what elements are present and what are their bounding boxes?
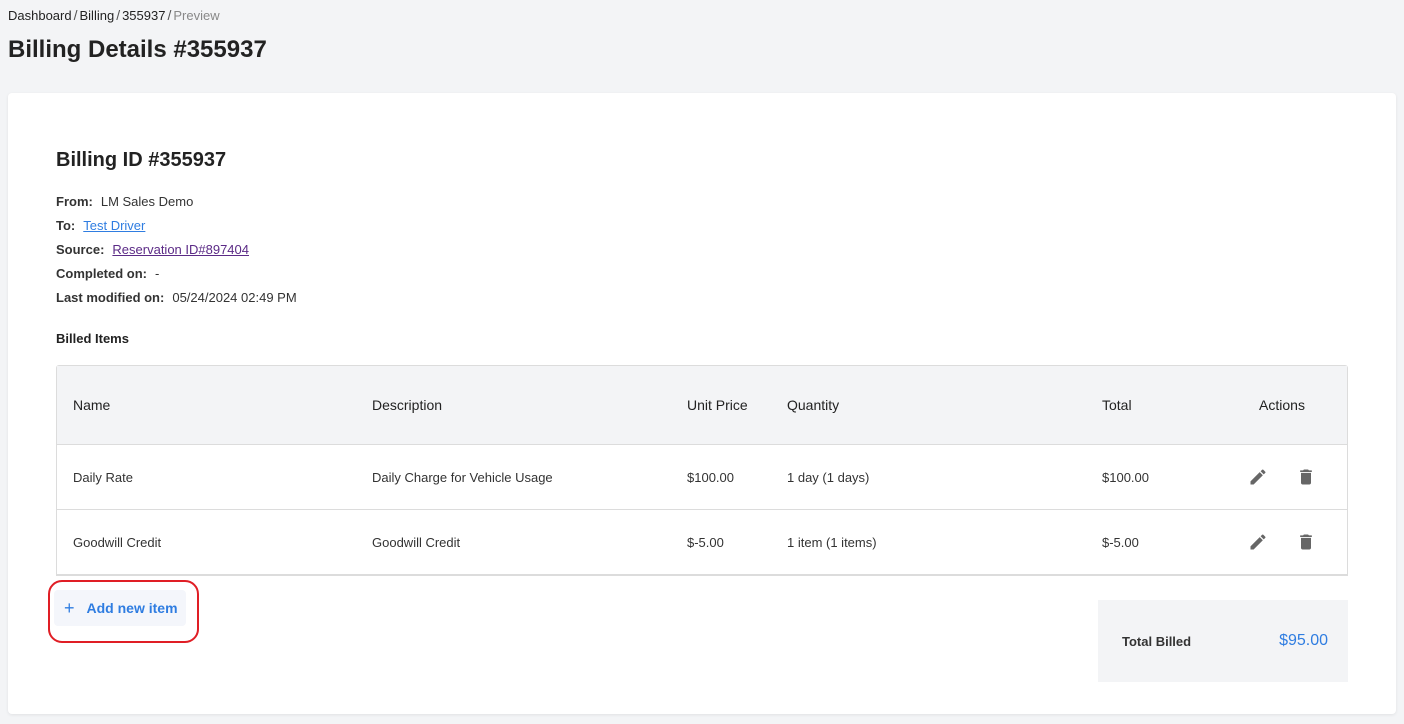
add-new-item-button[interactable]: + Add new item	[54, 590, 186, 626]
header-description: Description	[372, 397, 443, 413]
billed-items-title: Billed Items	[56, 331, 129, 346]
cell-description: Goodwill Credit	[372, 534, 461, 550]
breadcrumb-separator: /	[73, 7, 78, 23]
total-billed-label: Total Billed	[1122, 633, 1192, 649]
cell-total: $100.00	[1102, 469, 1149, 485]
billed-items-table: Name Description Unit Price Quantity Tot…	[56, 365, 1348, 576]
breadcrumb-billing[interactable]: Billing	[80, 8, 115, 23]
total-billed-value: $95.00	[1279, 632, 1328, 649]
meta-completed: Completed on: -	[56, 266, 297, 290]
add-new-item-label: Add new item	[86, 600, 178, 616]
breadcrumb: Dashboard / Billing / 355937 / Preview	[8, 7, 220, 23]
table-row: Daily Rate Daily Charge for Vehicle Usag…	[57, 445, 1347, 510]
page-title: Billing Details #355937	[8, 36, 267, 63]
trash-icon[interactable]	[1296, 532, 1316, 552]
meta-modified: Last modified on: 05/24/2024 02:49 PM	[56, 290, 297, 314]
completed-label: Completed on:	[56, 266, 147, 281]
trash-icon[interactable]	[1296, 467, 1316, 487]
breadcrumb-current: Preview	[173, 7, 220, 23]
meta-from: From: LM Sales Demo	[56, 194, 297, 218]
source-label: Source:	[56, 242, 105, 257]
from-value: LM Sales Demo	[100, 194, 194, 209]
cell-actions	[1217, 467, 1347, 487]
cell-actions	[1217, 532, 1347, 552]
pencil-icon[interactable]	[1248, 467, 1268, 487]
header-name: Name	[73, 397, 111, 413]
source-link[interactable]: Reservation ID#897404	[112, 242, 249, 266]
header-actions: Actions	[1259, 397, 1305, 413]
breadcrumb-billing-id[interactable]: 355937	[122, 8, 165, 23]
cell-unit-price: $-5.00	[687, 534, 724, 550]
from-label: From:	[56, 194, 93, 209]
meta-to: To: Test Driver	[56, 218, 297, 242]
pencil-icon[interactable]	[1248, 532, 1268, 552]
breadcrumb-separator: /	[167, 7, 172, 23]
to-link[interactable]: Test Driver	[83, 218, 145, 242]
billing-id-title: Billing ID #355937	[56, 149, 227, 171]
meta-source: Source: Reservation ID#897404	[56, 242, 297, 266]
header-total: Total	[1102, 397, 1132, 413]
completed-value: -	[155, 266, 160, 281]
cell-quantity: 1 day (1 days)	[787, 469, 870, 485]
cell-quantity: 1 item (1 items)	[787, 534, 877, 550]
modified-value: 05/24/2024 02:49 PM	[172, 290, 297, 305]
table-header: Name Description Unit Price Quantity Tot…	[57, 366, 1347, 445]
total-billed-box: Total Billed $95.00	[1098, 600, 1348, 682]
cell-description: Daily Charge for Vehicle Usage	[372, 469, 553, 485]
billing-card: Billing ID #355937 From: LM Sales Demo T…	[8, 93, 1396, 714]
table-row: Goodwill Credit Goodwill Credit $-5.00 1…	[57, 510, 1347, 575]
breadcrumb-dashboard[interactable]: Dashboard	[8, 8, 72, 23]
plus-icon: +	[64, 598, 75, 618]
modified-label: Last modified on:	[56, 290, 165, 305]
cell-name: Goodwill Credit	[73, 534, 162, 550]
cell-total: $-5.00	[1102, 534, 1139, 550]
header-unit-price: Unit Price	[687, 397, 748, 413]
cell-unit-price: $100.00	[687, 469, 734, 485]
cell-name: Daily Rate	[73, 469, 133, 485]
billing-meta: From: LM Sales Demo To: Test Driver Sour…	[56, 194, 297, 314]
header-quantity: Quantity	[787, 397, 840, 413]
breadcrumb-separator: /	[116, 7, 121, 23]
to-label: To:	[56, 218, 76, 233]
